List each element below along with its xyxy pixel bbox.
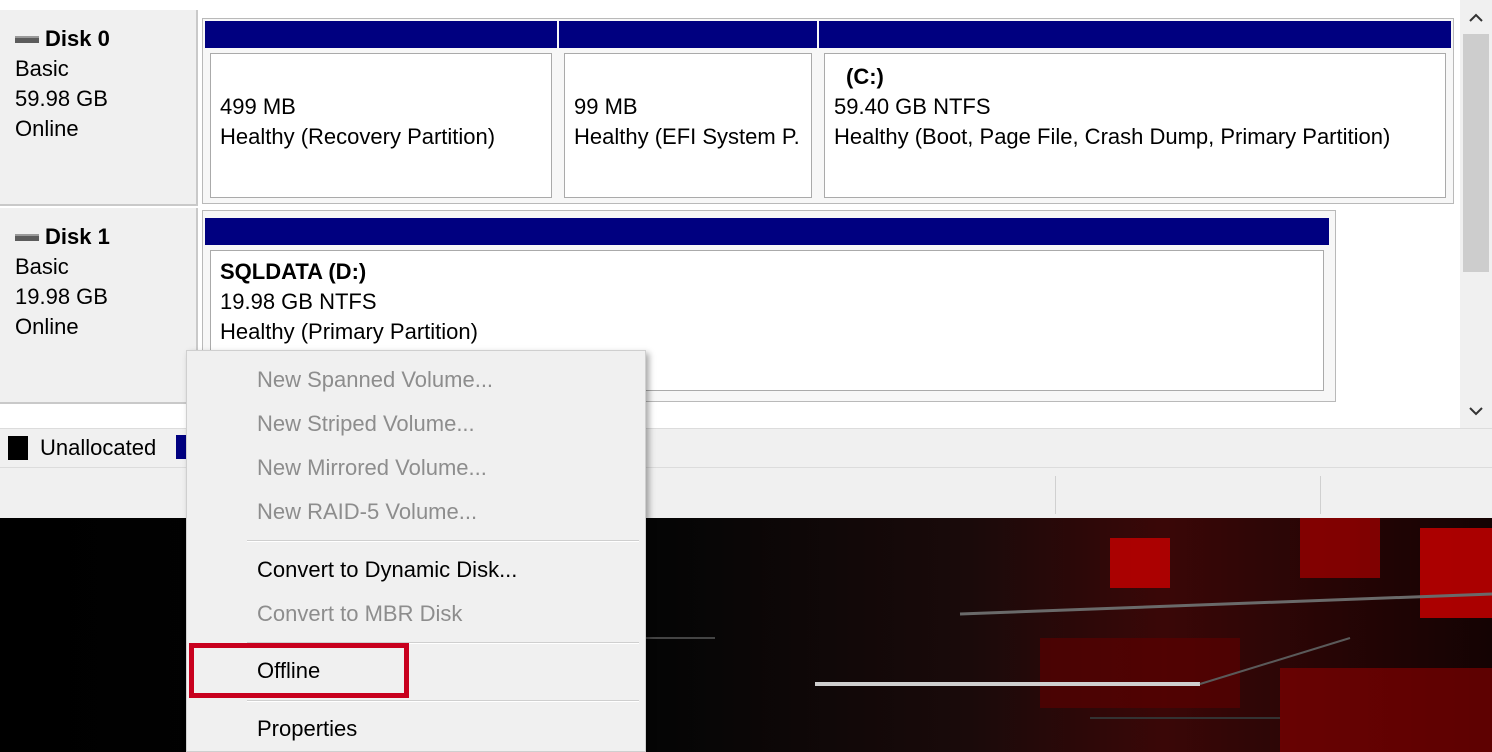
volume-header-bar [205, 21, 557, 48]
disk-drive-icon [15, 233, 39, 241]
volume-name: (C:) [846, 64, 884, 89]
status-pane [1320, 476, 1321, 514]
menu-convert-to-dynamic-disk[interactable]: Convert to Dynamic Disk... [187, 550, 645, 590]
disk-0-label[interactable]: Disk 0 Basic 59.98 GB Online [0, 10, 198, 206]
scroll-down-button[interactable] [1460, 396, 1492, 426]
volume-header-bar [819, 21, 1451, 48]
vertical-scrollbar[interactable] [1460, 0, 1492, 428]
disk-status: Online [15, 314, 79, 339]
menu-separator [247, 540, 639, 542]
menu-separator [247, 700, 639, 702]
volume-header-bar [559, 21, 817, 48]
menu-convert-to-mbr-disk[interactable]: Convert to MBR Disk [187, 594, 645, 634]
disk-0-volume-strip: 499 MB Healthy (Recovery Partition) 99 M… [202, 18, 1454, 204]
menu-separator [247, 642, 639, 644]
disk-status: Online [15, 116, 79, 141]
disk-1-label[interactable]: Disk 1 Basic 19.98 GB Online [0, 208, 198, 404]
unallocated-swatch [8, 436, 28, 460]
status-pane [1055, 476, 1056, 514]
disk-0-row: Disk 0 Basic 59.98 GB Online 499 MB Heal… [0, 10, 1460, 206]
menu-new-striped-volume[interactable]: New Striped Volume... [187, 404, 645, 444]
scroll-thumb[interactable] [1463, 34, 1489, 272]
disk-size: 59.98 GB [15, 86, 108, 111]
volume-status: Healthy (Primary Partition) [220, 319, 478, 344]
volume-efi[interactable]: 99 MB Healthy (EFI System P. [559, 21, 817, 203]
volume-status: Healthy (EFI System P. [574, 124, 800, 149]
scroll-up-button[interactable] [1460, 2, 1492, 32]
volume-size: 59.40 GB NTFS [834, 94, 991, 119]
disk-drive-icon [15, 35, 39, 43]
volume-header-bar [205, 218, 1329, 245]
volume-recovery[interactable]: 499 MB Healthy (Recovery Partition) [205, 21, 557, 203]
disk-type: Basic [15, 254, 69, 279]
menu-new-spanned-volume[interactable]: New Spanned Volume... [187, 360, 645, 400]
disk-context-menu: New Spanned Volume... New Striped Volume… [186, 350, 646, 752]
volume-size: 99 MB [574, 94, 638, 119]
disk-type: Basic [15, 56, 69, 81]
chevron-down-icon [1469, 406, 1483, 415]
chevron-up-icon [1469, 13, 1483, 22]
volume-size: 499 MB [220, 94, 296, 119]
menu-new-raid5-volume[interactable]: New RAID-5 Volume... [187, 492, 645, 532]
volume-c[interactable]: (C:) 59.40 GB NTFS Healthy (Boot, Page F… [819, 21, 1451, 203]
legend-unallocated: Unallocated [8, 435, 156, 461]
menu-properties[interactable]: Properties [187, 709, 645, 749]
menu-new-mirrored-volume[interactable]: New Mirrored Volume... [187, 448, 645, 488]
menu-offline[interactable]: Offline [187, 651, 645, 691]
legend-label: Unallocated [40, 435, 157, 460]
volume-name: SQLDATA (D:) [220, 259, 367, 284]
disk-title: Disk 0 [45, 26, 110, 51]
disk-size: 19.98 GB [15, 284, 108, 309]
volume-status: Healthy (Recovery Partition) [220, 124, 496, 149]
disk-title: Disk 1 [45, 224, 110, 249]
volume-size: 19.98 GB NTFS [220, 289, 377, 314]
volume-status: Healthy (Boot, Page File, Crash Dump, Pr… [834, 124, 1391, 149]
